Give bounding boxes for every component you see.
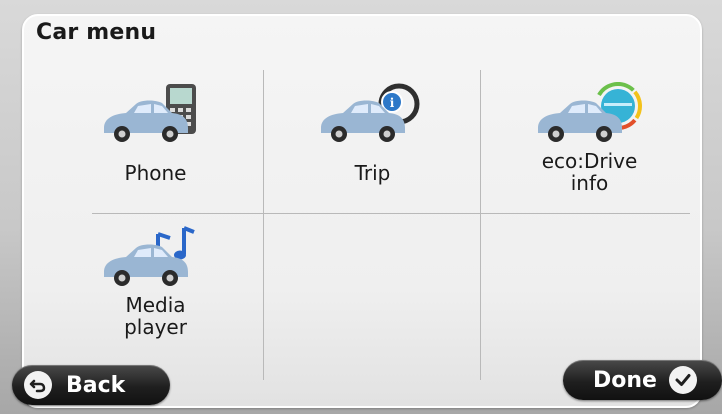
menu-item-label-line: eco:Drive	[541, 149, 638, 173]
car-media-player-icon	[96, 226, 216, 290]
back-button[interactable]: Back	[12, 365, 170, 405]
menu-item-media-player[interactable]: Media player	[48, 214, 263, 357]
menu-item-label: Trip	[354, 161, 391, 185]
menu-item-eco-drive-info[interactable]: eco:Drive info	[482, 70, 697, 213]
back-button-label: Back	[66, 372, 126, 398]
menu-item-label-line: player	[124, 315, 187, 339]
menu-item-label: Phone	[124, 161, 187, 185]
menu-item-label: Media player	[48, 294, 263, 338]
done-button-label: Done	[593, 367, 657, 393]
menu-item-label-line: info	[570, 171, 609, 195]
car-phone-icon	[96, 82, 216, 146]
menu-item-trip[interactable]: i Trip	[265, 70, 480, 213]
back-arrow-icon	[24, 371, 52, 399]
checkmark-icon	[668, 366, 697, 394]
svg-text:i: i	[389, 96, 394, 110]
done-button[interactable]: Done	[563, 360, 722, 400]
menu-grid: Phone i Trip eco:Drive info Media player	[44, 70, 690, 380]
grid-divider	[480, 70, 481, 380]
car-eco-drive-icon	[530, 82, 650, 146]
grid-divider	[263, 70, 264, 380]
empty-menu-slot	[265, 214, 480, 357]
page-title: Car menu	[36, 20, 157, 45]
menu-item-label: eco:Drive info	[482, 150, 697, 194]
car-trip-icon: i	[313, 82, 433, 146]
menu-item-label-line: Media	[125, 293, 186, 317]
menu-item-phone[interactable]: Phone	[48, 70, 263, 213]
empty-menu-slot	[482, 214, 697, 357]
